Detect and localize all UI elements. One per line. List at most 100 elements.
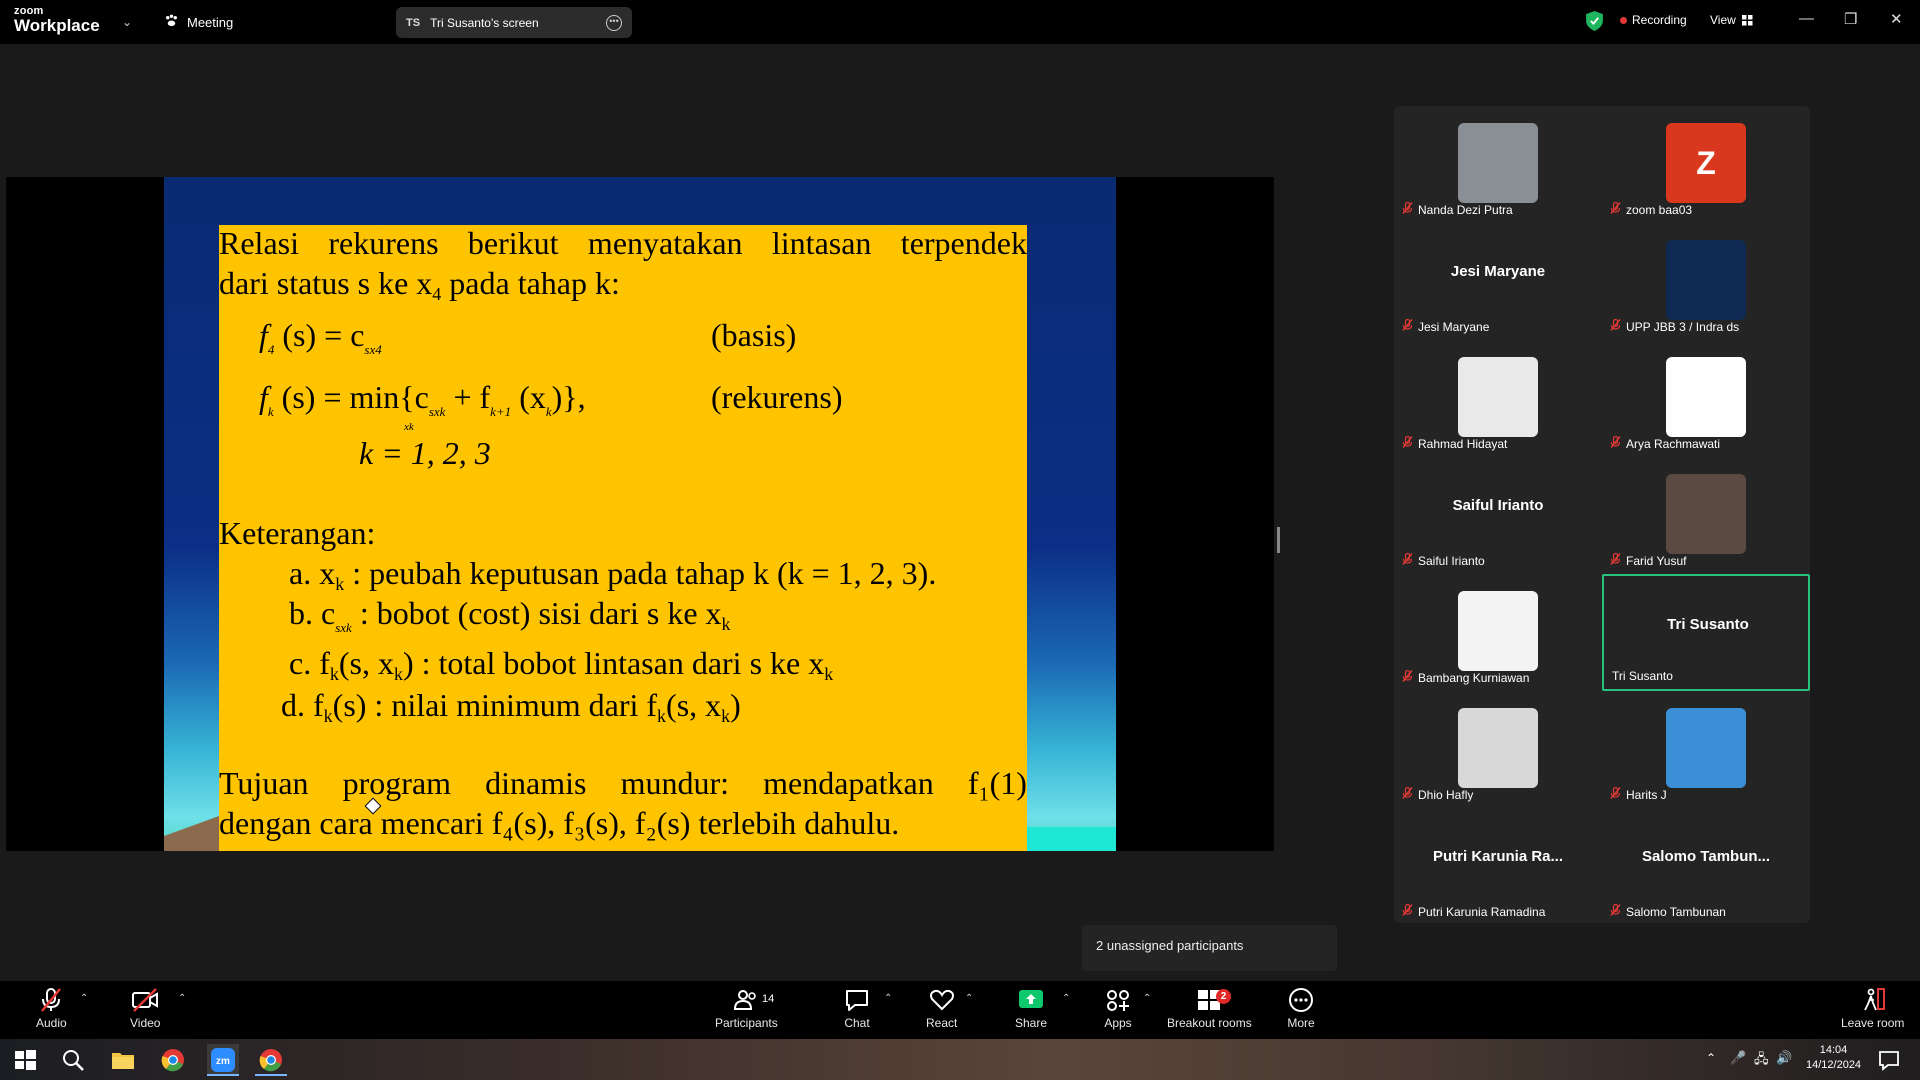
meeting-toolbar: Audio ⌃ Video ⌃ Participants 14 Chat ⌃ R… xyxy=(0,981,1920,1039)
grid-icon xyxy=(1741,14,1753,25)
participant-tile[interactable]: Rahmad Hidayat xyxy=(1394,340,1602,457)
video-button[interactable]: Video xyxy=(130,987,160,1030)
chat-button[interactable]: Chat xyxy=(843,987,871,1030)
system-clock[interactable]: 14:04 14/12/2024 xyxy=(1806,1043,1861,1073)
slide-text: (s, x xyxy=(666,687,722,723)
more-button[interactable]: More xyxy=(1287,987,1315,1030)
share-button[interactable]: Share xyxy=(1015,987,1047,1030)
apps-button[interactable]: Apps xyxy=(1104,987,1132,1030)
participant-name: Arya Rachmawati xyxy=(1626,436,1721,451)
react-button[interactable]: React xyxy=(926,987,957,1030)
recording-indicator[interactable]: Recording xyxy=(1620,13,1687,27)
file-explorer-icon[interactable] xyxy=(110,1047,136,1073)
react-options-caret[interactable]: ⌃ xyxy=(965,993,973,1004)
chevron-down-icon[interactable]: ⌄ xyxy=(122,15,132,29)
keterangan-item-a: a. xk : peubah keputusan pada tahap k (k… xyxy=(289,555,936,595)
meeting-tab[interactable]: Meeting xyxy=(164,13,233,31)
video-off-icon xyxy=(132,988,159,1012)
slide-text: : peubah keputusan pada tahap k (k = 1, … xyxy=(344,555,937,591)
apps-label: Apps xyxy=(1104,1016,1132,1030)
notifications-icon[interactable] xyxy=(1876,1047,1902,1073)
share-screen-icon xyxy=(1019,990,1044,1008)
participant-tile[interactable]: Putri Karunia Ra... Putri Karunia Ramadin… xyxy=(1394,808,1602,925)
close-icon[interactable]: ✕ xyxy=(1890,10,1903,28)
participant-tile[interactable]: Farid Yusuf xyxy=(1602,457,1810,574)
participant-name-label: Jesi Maryane xyxy=(1402,319,1489,334)
breakout-rooms-button[interactable]: Breakout rooms xyxy=(1167,987,1252,1030)
word: terpendek xyxy=(900,225,1027,261)
mic-off-icon xyxy=(1402,553,1413,568)
share-options-caret[interactable]: ⌃ xyxy=(1062,993,1070,1004)
participant-tile[interactable]: Salomo Tambun... Salomo Tambunan xyxy=(1602,808,1810,925)
resize-handle[interactable] xyxy=(1277,527,1280,553)
participant-avatar xyxy=(1666,474,1746,554)
participant-name: Dhio Hafly xyxy=(1418,787,1474,802)
participant-name: Rahmad Hidayat xyxy=(1418,436,1508,451)
participant-tile[interactable]: Tri Susanto Tri Susanto xyxy=(1602,574,1810,691)
chevron-up-icon[interactable]: ⌃ xyxy=(1706,1051,1716,1065)
participant-name-label: zoom baa03 xyxy=(1610,202,1692,217)
eq-text: + f xyxy=(445,379,491,415)
screen-share-tab[interactable]: TS Tri Susanto's screen ••• xyxy=(396,7,632,38)
video-options-caret[interactable]: ⌃ xyxy=(178,993,186,1004)
volume-icon[interactable]: 🔊 xyxy=(1776,1050,1792,1066)
slide-text: (s) : nilai minimum dari f xyxy=(332,687,658,723)
microphone-icon[interactable]: 🎤 xyxy=(1730,1050,1746,1066)
participant-tile[interactable]: Bambang Kurniawan xyxy=(1394,574,1602,691)
windows-start-icon[interactable] xyxy=(12,1047,38,1073)
eq-text: (x xyxy=(511,379,546,415)
word: program xyxy=(342,765,452,801)
audio-options-caret[interactable]: ⌃ xyxy=(80,993,88,1004)
chrome-icon xyxy=(259,1049,282,1072)
eq-sub: sxk xyxy=(428,404,446,419)
shared-screen[interactable]: Relasi rekurens berikut menyatakan linta… xyxy=(6,177,1274,851)
more-options-icon[interactable]: ••• xyxy=(606,14,622,31)
equation-basis: f4 (s) = csx4 xyxy=(259,317,382,358)
participant-name: Farid Yusuf xyxy=(1626,553,1687,568)
zoom-taskbar-item[interactable]: zm xyxy=(207,1044,239,1076)
participant-name: Tri Susanto xyxy=(1612,669,1673,683)
chat-options-caret[interactable]: ⌃ xyxy=(884,993,892,1004)
participant-tile[interactable]: Dhio Hafly xyxy=(1394,691,1602,808)
audio-button[interactable]: Audio xyxy=(36,987,67,1030)
mic-off-icon xyxy=(1402,436,1413,451)
participant-name-label: Salomo Tambunan xyxy=(1610,904,1726,919)
slide-text: ) xyxy=(730,687,741,723)
restore-icon[interactable]: ❐ xyxy=(1844,10,1857,28)
participant-tile[interactable]: Saiful Irianto Saiful Irianto xyxy=(1394,457,1602,574)
participant-name: Jesi Maryane xyxy=(1418,319,1490,334)
word: f₁(1) xyxy=(967,765,1027,801)
shield-icon[interactable] xyxy=(1586,11,1603,31)
network-icon[interactable]: 🖧 xyxy=(1754,1050,1769,1072)
clock-date: 14/12/2024 xyxy=(1806,1059,1862,1071)
participant-tile[interactable]: Jesi Maryane Jesi Maryane xyxy=(1394,223,1602,340)
mic-off-icon xyxy=(1402,787,1413,802)
leave-room-button[interactable]: Leave room xyxy=(1841,987,1904,1030)
slide-text: b. c xyxy=(289,595,336,631)
eq-text: (s) = c xyxy=(274,317,365,353)
participant-tile[interactable]: Harits J xyxy=(1602,691,1810,808)
participant-tile[interactable]: UPP JBB 3 / Indra ds xyxy=(1602,223,1810,340)
apps-options-caret[interactable]: ⌃ xyxy=(1143,993,1151,1004)
minimize-icon[interactable]: — xyxy=(1799,10,1814,27)
participant-tile[interactable]: Zzoom baa03 xyxy=(1602,106,1810,223)
view-button[interactable]: View xyxy=(1710,13,1753,27)
participant-tile[interactable]: Nanda Dezi Putra xyxy=(1394,106,1602,223)
slide-text: pada tahap k: xyxy=(441,265,620,301)
participant-avatar xyxy=(1666,357,1746,437)
participant-gallery: Nanda Dezi Putra Zzoom baa03 Jesi Maryane J… xyxy=(1394,106,1810,923)
basis-label: (basis) xyxy=(711,317,797,353)
min-subscript: xk xyxy=(404,421,414,433)
participant-name-label: Saiful Irianto xyxy=(1402,553,1485,568)
chrome-taskbar-item[interactable] xyxy=(255,1044,287,1076)
chrome-icon[interactable] xyxy=(160,1047,186,1073)
mic-off-icon xyxy=(1402,319,1413,334)
search-icon[interactable] xyxy=(60,1047,86,1073)
view-label: View xyxy=(1710,13,1736,27)
participant-name: UPP JBB 3 / Indra ds xyxy=(1626,319,1740,334)
eq-text: (s) = min{c xyxy=(273,379,429,415)
zoom-logo[interactable]: zoom Workplace xyxy=(14,6,100,35)
participant-tile[interactable]: Arya Rachmawati xyxy=(1602,340,1810,457)
participant-display-name: Putri Karunia Ra... xyxy=(1432,848,1564,865)
unassigned-participants-popup[interactable]: 2 unassigned participants xyxy=(1082,925,1337,971)
